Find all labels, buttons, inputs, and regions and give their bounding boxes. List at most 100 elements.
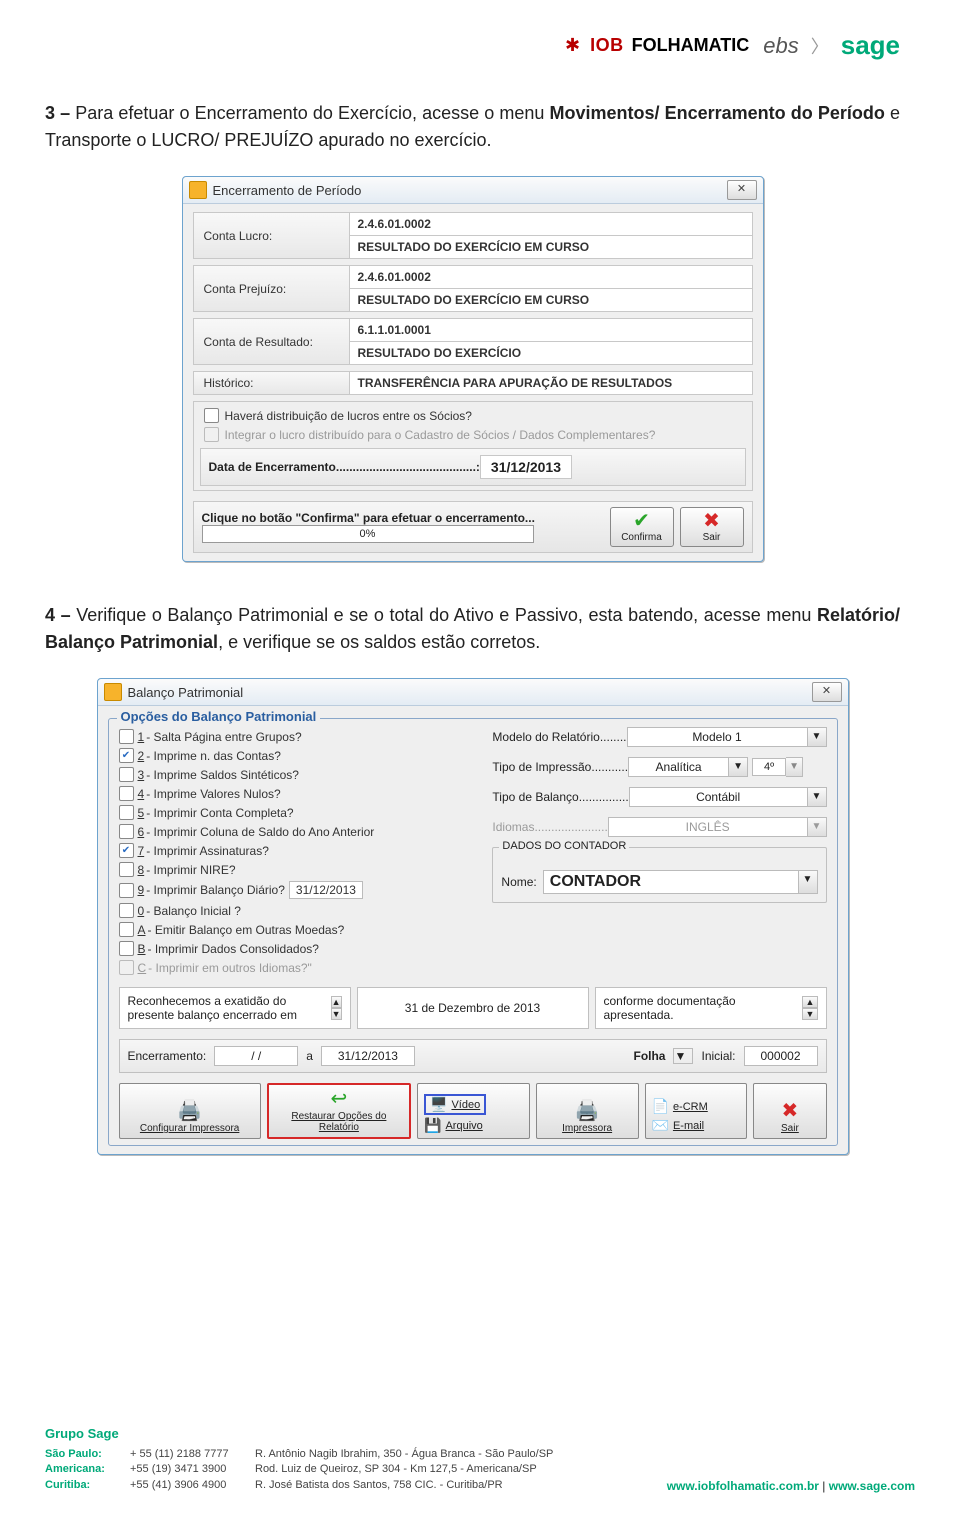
logo-sage: sage <box>841 30 900 61</box>
footer-sites: www.iobfolhamatic.com.br | www.sage.com <box>667 1479 915 1493</box>
checkbox-integrar-lucro: Integrar o lucro distribuído para o Cada… <box>200 425 746 444</box>
text-reconhecemos[interactable]: Reconhecemos a exatidão do presente bala… <box>119 987 351 1029</box>
arquivo-button[interactable]: 💾Arquivo <box>424 1117 483 1134</box>
text-conforme[interactable]: conforme documentação apresentada. ▲▼ <box>595 987 827 1029</box>
chevron-down-icon: ▼ <box>808 727 827 747</box>
impressora-button[interactable]: 🖨️ Impressora <box>536 1083 639 1139</box>
opt-4[interactable]: 4 - Imprime Valores Nulos? <box>119 784 481 803</box>
label-nome: Nome: <box>501 875 536 889</box>
header-logos: ✱ IOB FOLHAMATIC ebs 〉 sage <box>565 30 900 61</box>
confirma-button[interactable]: ✔ Confirma <box>610 507 674 547</box>
combo-tipo-impressao[interactable]: Analítica▼ <box>628 757 748 777</box>
opt-9-date[interactable]: 31/12/2013 <box>289 881 363 899</box>
label-folha: Folha <box>633 1049 665 1063</box>
input-data-encerramento[interactable]: 31/12/2013 <box>480 455 572 479</box>
input-enc-data-fim[interactable]: 31/12/2013 <box>321 1046 415 1066</box>
chevron-down-icon: ▼ <box>808 817 827 837</box>
dialog-encerramento-periodo: Encerramento de Período ✕ Conta Lucro: 2… <box>182 176 764 562</box>
input-conta-lucro-code[interactable]: 2.4.6.01.0002 <box>350 212 753 236</box>
chevron-right-icon: 〉 <box>811 33 829 59</box>
opt-6[interactable]: 6 - Imprimir Coluna de Saldo do Ano Ante… <box>119 822 481 841</box>
printer-settings-icon: 🖨️ <box>177 1101 202 1121</box>
close-button[interactable]: ✕ <box>812 682 842 702</box>
window-title: Balanço Patrimonial <box>128 685 812 700</box>
video-button[interactable]: 🖥️Vídeo <box>424 1094 486 1115</box>
opt-c: C - Imprimir em outros Idiomas?" <box>119 958 481 977</box>
close-icon: ✖ <box>782 1101 799 1121</box>
input-conta-resultado-desc[interactable]: RESULTADO DO EXERCÍCIO <box>350 342 753 365</box>
arrow-up-icon[interactable]: ▲ <box>331 996 342 1008</box>
label-conta-resultado: Conta de Resultado: <box>193 318 350 365</box>
opt-1[interactable]: 1 - Salta Página entre Grupos? <box>119 727 481 746</box>
logo-folhamatic: FOLHAMATIC <box>632 35 750 56</box>
combo-tipo-balanco[interactable]: Contábil▼ <box>629 787 827 807</box>
window-icon <box>189 181 207 199</box>
restaurar-opcoes-button[interactable]: ↩ Restaurar Opções do Relatório <box>267 1083 411 1139</box>
email-button[interactable]: ✉️E-mail <box>652 1117 705 1134</box>
label-tipo-balanco: Tipo de Balanço............... <box>492 790 628 804</box>
save-icon: 💾 <box>424 1117 441 1134</box>
combo-nome-contador[interactable]: CONTADOR▼ <box>543 870 818 894</box>
opt-b[interactable]: B - Imprimir Dados Consolidados? <box>119 939 481 958</box>
undo-icon: ↩ <box>331 1089 348 1109</box>
label-historico: Histórico: <box>193 371 350 395</box>
close-icon: ✖ <box>681 510 743 532</box>
chevron-down-icon: ▼ <box>808 787 827 807</box>
sair-button[interactable]: ✖ Sair <box>680 507 744 547</box>
label-data-encerramento: Data de Encerramento....................… <box>209 460 480 474</box>
opt-a[interactable]: A - Emitir Balanço em Outras Moedas? <box>119 920 481 939</box>
envelope-icon: ✉️ <box>652 1117 669 1134</box>
progress-bar: 0% <box>202 525 534 543</box>
logo-iob: IOB <box>590 35 624 56</box>
input-conta-prejuizo-desc[interactable]: RESULTADO DO EXERCÍCIO EM CURSO <box>350 289 753 312</box>
label-encerramento: Encerramento: <box>128 1049 207 1063</box>
combo-folha[interactable]: ▼ <box>673 1048 693 1064</box>
chevron-down-icon: ▼ <box>786 757 803 777</box>
label-idiomas: Idiomas...................... <box>492 820 607 834</box>
opt-3[interactable]: 3 - Imprime Saldos Sintéticos? <box>119 765 481 784</box>
arrow-up-icon[interactable]: ▲ <box>802 996 817 1008</box>
footer-group-name: Grupo Sage <box>45 1426 553 1441</box>
opt-7[interactable]: 7 - Imprimir Assinaturas? <box>119 841 481 860</box>
opt-8[interactable]: 8 - Imprimir NIRE? <box>119 860 481 879</box>
confirm-message: Clique no botão "Confirma" para efetuar … <box>202 511 604 525</box>
configurar-impressora-button[interactable]: 🖨️ Configurar Impressora <box>119 1083 261 1139</box>
ecrm-button[interactable]: 📄e-CRM <box>652 1098 708 1115</box>
options-right-column: Modelo do Relatório........ Modelo 1▼ Ti… <box>492 727 826 977</box>
label-conta-prejuizo: Conta Prejuízo: <box>193 265 350 312</box>
dialog-balanco-patrimonial: Balanço Patrimonial ✕ Opções do Balanço … <box>97 678 849 1155</box>
input-historico[interactable]: TRANSFERÊNCIA PARA APURAÇÃO DE RESULTADO… <box>350 371 753 395</box>
titlebar[interactable]: Encerramento de Período ✕ <box>183 177 763 204</box>
checkbox-icon <box>204 408 219 423</box>
arrow-down-icon[interactable]: ▼ <box>331 1008 342 1020</box>
input-grau[interactable]: 4º <box>752 758 786 776</box>
window-icon <box>104 683 122 701</box>
check-icon: ✔ <box>611 510 673 532</box>
document-icon: 📄 <box>652 1098 669 1115</box>
input-enc-data-ini[interactable]: / / <box>214 1046 298 1066</box>
input-conta-lucro-desc[interactable]: RESULTADO DO EXERCÍCIO EM CURSO <box>350 236 753 259</box>
close-button[interactable]: ✕ <box>727 180 757 200</box>
paragraph-step-4: 4 – Verifique o Balanço Patrimonial e se… <box>45 602 900 656</box>
opt-9[interactable]: 9 - Imprimir Balanço Diário?31/12/2013 <box>119 879 481 901</box>
label-inicial: Inicial: <box>701 1049 735 1063</box>
sair-button[interactable]: ✖ Sair <box>753 1083 826 1139</box>
combo-modelo[interactable]: Modelo 1▼ <box>627 727 827 747</box>
logo-ebs: ebs <box>763 33 798 59</box>
fieldset-legend: Opções do Balanço Patrimonial <box>117 709 321 724</box>
printer-icon: 🖨️ <box>575 1101 600 1121</box>
options-left-column: 1 - Salta Página entre Grupos? 2 - Impri… <box>119 727 481 977</box>
checkbox-distribuicao-lucros[interactable]: Haverá distribuição de lucros entre os S… <box>200 406 746 425</box>
label-modelo: Modelo do Relatório........ <box>492 730 626 744</box>
arrow-down-icon[interactable]: ▼ <box>802 1008 817 1020</box>
video-arquivo-group: 🖥️Vídeo 💾Arquivo <box>417 1083 530 1139</box>
opt-5[interactable]: 5 - Imprimir Conta Completa? <box>119 803 481 822</box>
opt-0[interactable]: 0 - Balanço Inicial ? <box>119 901 481 920</box>
titlebar[interactable]: Balanço Patrimonial ✕ <box>98 679 848 706</box>
text-data-balanco[interactable]: 31 de Dezembro de 2013 <box>357 987 589 1029</box>
ecrm-email-group: 📄e-CRM ✉️E-mail <box>645 1083 748 1139</box>
input-conta-resultado-code[interactable]: 6.1.1.01.0001 <box>350 318 753 342</box>
input-conta-prejuizo-code[interactable]: 2.4.6.01.0002 <box>350 265 753 289</box>
input-inicial[interactable]: 000002 <box>744 1046 818 1066</box>
opt-2[interactable]: 2 - Imprime n. das Contas? <box>119 746 481 765</box>
